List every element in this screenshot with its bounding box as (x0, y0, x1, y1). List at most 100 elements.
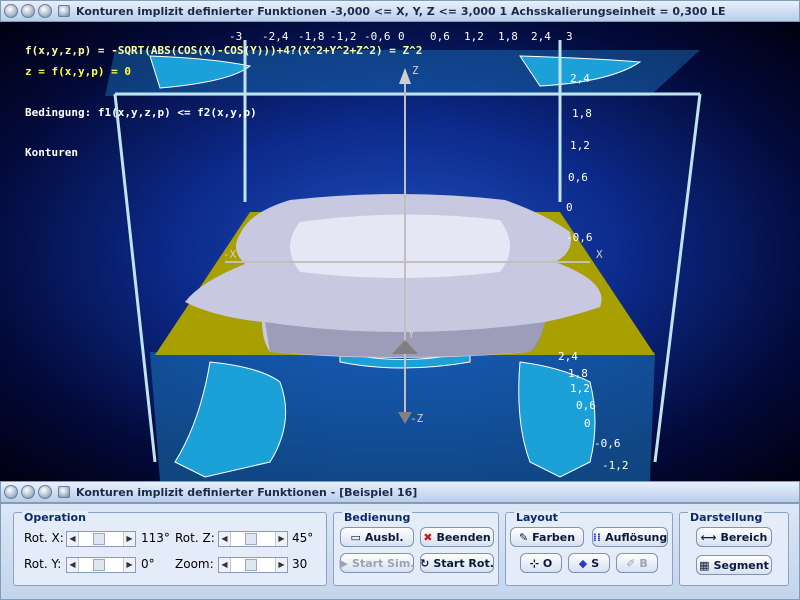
maximize-icon[interactable] (38, 485, 52, 499)
axis-label-z: Z (412, 64, 419, 77)
bereich-label: Bereich (720, 530, 768, 544)
surface-highlight (290, 214, 510, 278)
bedienung-title: Bedienung (342, 511, 413, 524)
arrow-right-icon[interactable]: ▶ (123, 532, 135, 546)
rot-x-slider[interactable]: ◀ ▶ (66, 531, 136, 547)
slider-thumb[interactable] (245, 559, 257, 571)
segment-label: Segment (713, 558, 769, 572)
arrow-left-icon[interactable]: ◀ (219, 532, 231, 546)
pen-icon: ✐ (626, 556, 636, 570)
zoom-label: Zoom: (175, 557, 214, 571)
grid-icon: ⁞⁞ (592, 530, 602, 544)
main-window-titlebar: Konturen implizit definierter Funktionen… (0, 0, 800, 22)
start-sim-label: Start Sim. (352, 556, 415, 570)
paint-brush-icon: ✎ (518, 530, 529, 544)
konturen-text: Konturen (25, 146, 78, 159)
rot-x-value: 113° (141, 531, 170, 545)
rot-z-value: 45° (292, 531, 314, 545)
start-sim-button[interactable]: ▶ Start Sim. (340, 553, 414, 573)
axis-label-neg-z: -Z (410, 412, 424, 425)
condition-text: Bedingung: f1(x,y,z,p) <= f2(x,y,p) (25, 106, 257, 119)
top-tick: -0,6 (364, 30, 391, 43)
o-button[interactable]: ⊹ O (520, 553, 562, 573)
origin-icon: ⊹ (529, 556, 539, 570)
top-tick: -2,4 (262, 30, 289, 43)
darstellung-title: Darstellung (688, 511, 765, 524)
beenden-button[interactable]: ✖ Beenden (420, 527, 494, 547)
right-tick-lower: 0,6 (576, 399, 596, 412)
axis-label-neg-x: -X (223, 248, 237, 261)
control-window-titlebar: Konturen implizit definierter Funktionen… (0, 481, 800, 503)
window-menu-icon[interactable] (4, 4, 18, 18)
rot-y-value: 0° (141, 557, 155, 571)
right-tick-upper: -0,6 (566, 231, 593, 244)
right-tick-lower: -0,6 (594, 437, 621, 450)
rot-z-slider[interactable]: ◀ ▶ (218, 531, 288, 547)
arrow-left-icon[interactable]: ◀ (67, 532, 79, 546)
arrow-left-icon[interactable]: ◀ (67, 558, 79, 572)
farben-button[interactable]: ✎ Farben (510, 527, 584, 547)
app-icon (58, 486, 70, 498)
beenden-label: Beenden (436, 530, 491, 544)
window-menu-icon[interactable] (4, 485, 18, 499)
b-label: B (639, 556, 648, 570)
top-tick: -3 (229, 30, 243, 43)
zoom-slider[interactable]: ◀ ▶ (218, 557, 288, 573)
rot-z-label: Rot. Z: (175, 531, 215, 545)
plot-canvas[interactable]: f(x,y,z,p) = -SQRT(ABS(COS(X)-COS(Y)))+4… (0, 22, 800, 481)
right-tick-upper: 0,6 (568, 171, 588, 184)
s-label: S (591, 556, 600, 570)
control-window-title: Konturen implizit definierter Funktionen… (76, 485, 418, 499)
minimize-icon[interactable] (21, 485, 35, 499)
darstellung-group: Darstellung ⟷ Bereich ▦ Segment (679, 511, 789, 586)
right-tick-upper: 1,8 (572, 107, 592, 120)
top-tick: 1,8 (498, 30, 518, 43)
top-tick: 0 (398, 30, 405, 43)
right-tick-lower: 0 (584, 417, 591, 430)
operation-title: Operation (22, 511, 88, 524)
top-tick: -1,8 (298, 30, 325, 43)
rot-y-slider[interactable]: ◀ ▶ (66, 557, 136, 573)
zoom-value: 30 (292, 557, 308, 571)
aufloesung-label: Auflösung (605, 530, 668, 544)
right-tick-upper: 2,4 (570, 72, 590, 85)
formula-z: z = f(x,y,p) = 0 (25, 65, 131, 78)
app-icon (58, 5, 70, 17)
segment-button[interactable]: ▦ Segment (696, 555, 772, 575)
rot-y-label: Rot. Y: (24, 557, 62, 571)
axis-label-y: Y (408, 328, 415, 341)
farben-label: Farben (532, 530, 576, 544)
ausbl-button[interactable]: ▭ Ausbl. (340, 527, 414, 547)
arrow-right-icon[interactable]: ▶ (275, 532, 287, 546)
control-panel: Operation Rot. X: ◀ ▶ 113° Rot. Y: ◀ ▶ 0… (0, 503, 800, 600)
arrow-left-icon[interactable]: ◀ (219, 558, 231, 572)
top-tick: 2,4 (531, 30, 551, 43)
maximize-icon[interactable] (38, 4, 52, 18)
rot-x-label: Rot. X: (24, 531, 64, 545)
minimize-icon[interactable] (21, 4, 35, 18)
bereich-button[interactable]: ⟷ Bereich (696, 527, 772, 547)
slider-thumb[interactable] (245, 533, 257, 545)
right-tick-lower: 1,2 (570, 382, 590, 395)
aufloesung-button[interactable]: ⁞⁞ Auflösung (592, 527, 668, 547)
s-button[interactable]: ◆ S (568, 553, 610, 573)
top-tick: -1,2 (330, 30, 357, 43)
window-title: Konturen implizit definierter Funktionen… (76, 4, 726, 18)
right-tick-lower: 1,8 (568, 367, 588, 380)
arrow-right-icon[interactable]: ▶ (123, 558, 135, 572)
layout-title: Layout (514, 511, 560, 524)
table-icon: ▦ (699, 558, 710, 572)
slider-thumb[interactable] (93, 559, 105, 571)
top-tick: 0,6 (430, 30, 450, 43)
operation-group: Operation Rot. X: ◀ ▶ 113° Rot. Y: ◀ ▶ 0… (13, 511, 327, 586)
start-rot-button[interactable]: ↻ Start Rot. (420, 553, 494, 573)
bedienung-group: Bedienung ▭ Ausbl. ✖ Beenden ▶ Start Sim… (333, 511, 499, 586)
rotate-icon: ↻ (420, 556, 430, 570)
right-tick-upper: 1,2 (570, 139, 590, 152)
arrow-right-icon[interactable]: ▶ (275, 558, 287, 572)
slider-thumb[interactable] (93, 533, 105, 545)
plot-svg (105, 40, 702, 481)
b-button[interactable]: ✐ B (616, 553, 658, 573)
o-label: O (542, 556, 553, 570)
top-tick: 1,2 (464, 30, 484, 43)
